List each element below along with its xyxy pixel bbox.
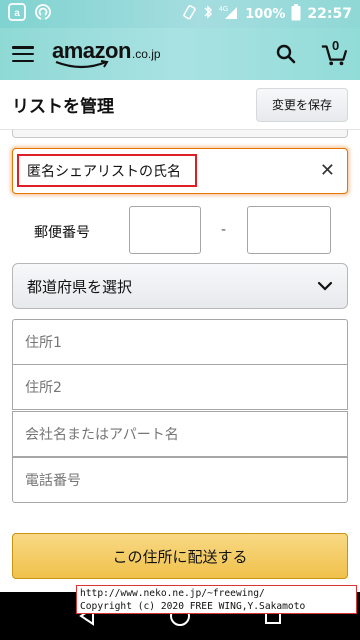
status-left: a	[8, 3, 52, 25]
hamburger-menu-icon[interactable]	[12, 46, 34, 62]
cart-icon[interactable]: 0	[320, 38, 348, 68]
prefecture-select-label: 都道府県を選択	[27, 277, 133, 296]
name-field[interactable]: 匿名シェアリストの氏名 ✕	[12, 148, 348, 194]
chevron-down-icon	[317, 281, 333, 291]
app-header: amazon .co.jp 0	[0, 28, 360, 80]
logo-smile-icon	[55, 60, 109, 69]
prefecture-select[interactable]: 都道府県を選択	[12, 263, 348, 309]
postal-code-second-input[interactable]	[247, 206, 331, 254]
logo-suffix: .co.jp	[131, 47, 161, 61]
network-type-label: 4G	[219, 6, 228, 13]
postal-code-label: 郵便番号	[34, 225, 90, 241]
phone-input[interactable]: 電話番号	[12, 457, 348, 503]
status-bar: a 4G 100% 22:57	[0, 0, 360, 28]
ship-to-address-button[interactable]: この住所に配送する	[12, 533, 348, 579]
cart-count: 0	[332, 38, 340, 53]
postal-code-separator: -	[221, 222, 227, 238]
watermark-line-1: http://www.neko.ne.jp/~freewing/	[80, 588, 265, 599]
rotate-icon	[181, 4, 197, 24]
postal-code-first-input[interactable]	[129, 206, 201, 254]
watermark-line-2: Copyright (c) 2020 FREE WING,Y.Sakamoto	[80, 601, 306, 612]
address1-input[interactable]: 住所1	[12, 319, 348, 365]
cast-icon	[34, 3, 52, 25]
copyright-watermark: http://www.neko.ne.jp/~freewing/Copyrigh…	[76, 585, 357, 614]
amazon-logo[interactable]: amazon .co.jp	[52, 38, 161, 70]
clock: 22:57	[307, 6, 352, 22]
notification-a-icon: a	[8, 3, 26, 25]
header-actions: 0	[272, 38, 348, 68]
signal-icon: 4G	[219, 4, 239, 24]
page-title: リストを管理	[12, 97, 114, 117]
title-bar: リストを管理 変更を保存	[0, 80, 360, 130]
save-changes-button[interactable]: 変更を保存	[256, 87, 348, 122]
bluetooth-icon	[203, 4, 213, 24]
battery-icon	[291, 3, 301, 25]
status-right: 4G 100% 22:57	[181, 3, 352, 25]
svg-text:a: a	[14, 8, 20, 19]
company-input[interactable]: 会社名またはアパート名	[12, 411, 348, 457]
address2-input[interactable]: 住所2	[12, 364, 348, 410]
screen: a 4G 100% 22:57 amazon .co.jp 0 リストを管理 変…	[0, 0, 360, 640]
clear-icon[interactable]: ✕	[320, 160, 335, 181]
name-value: 匿名シェアリストの氏名	[17, 154, 197, 187]
battery-percent: 100%	[245, 6, 286, 22]
previous-field-edge	[12, 130, 348, 138]
search-icon[interactable]	[272, 40, 300, 68]
